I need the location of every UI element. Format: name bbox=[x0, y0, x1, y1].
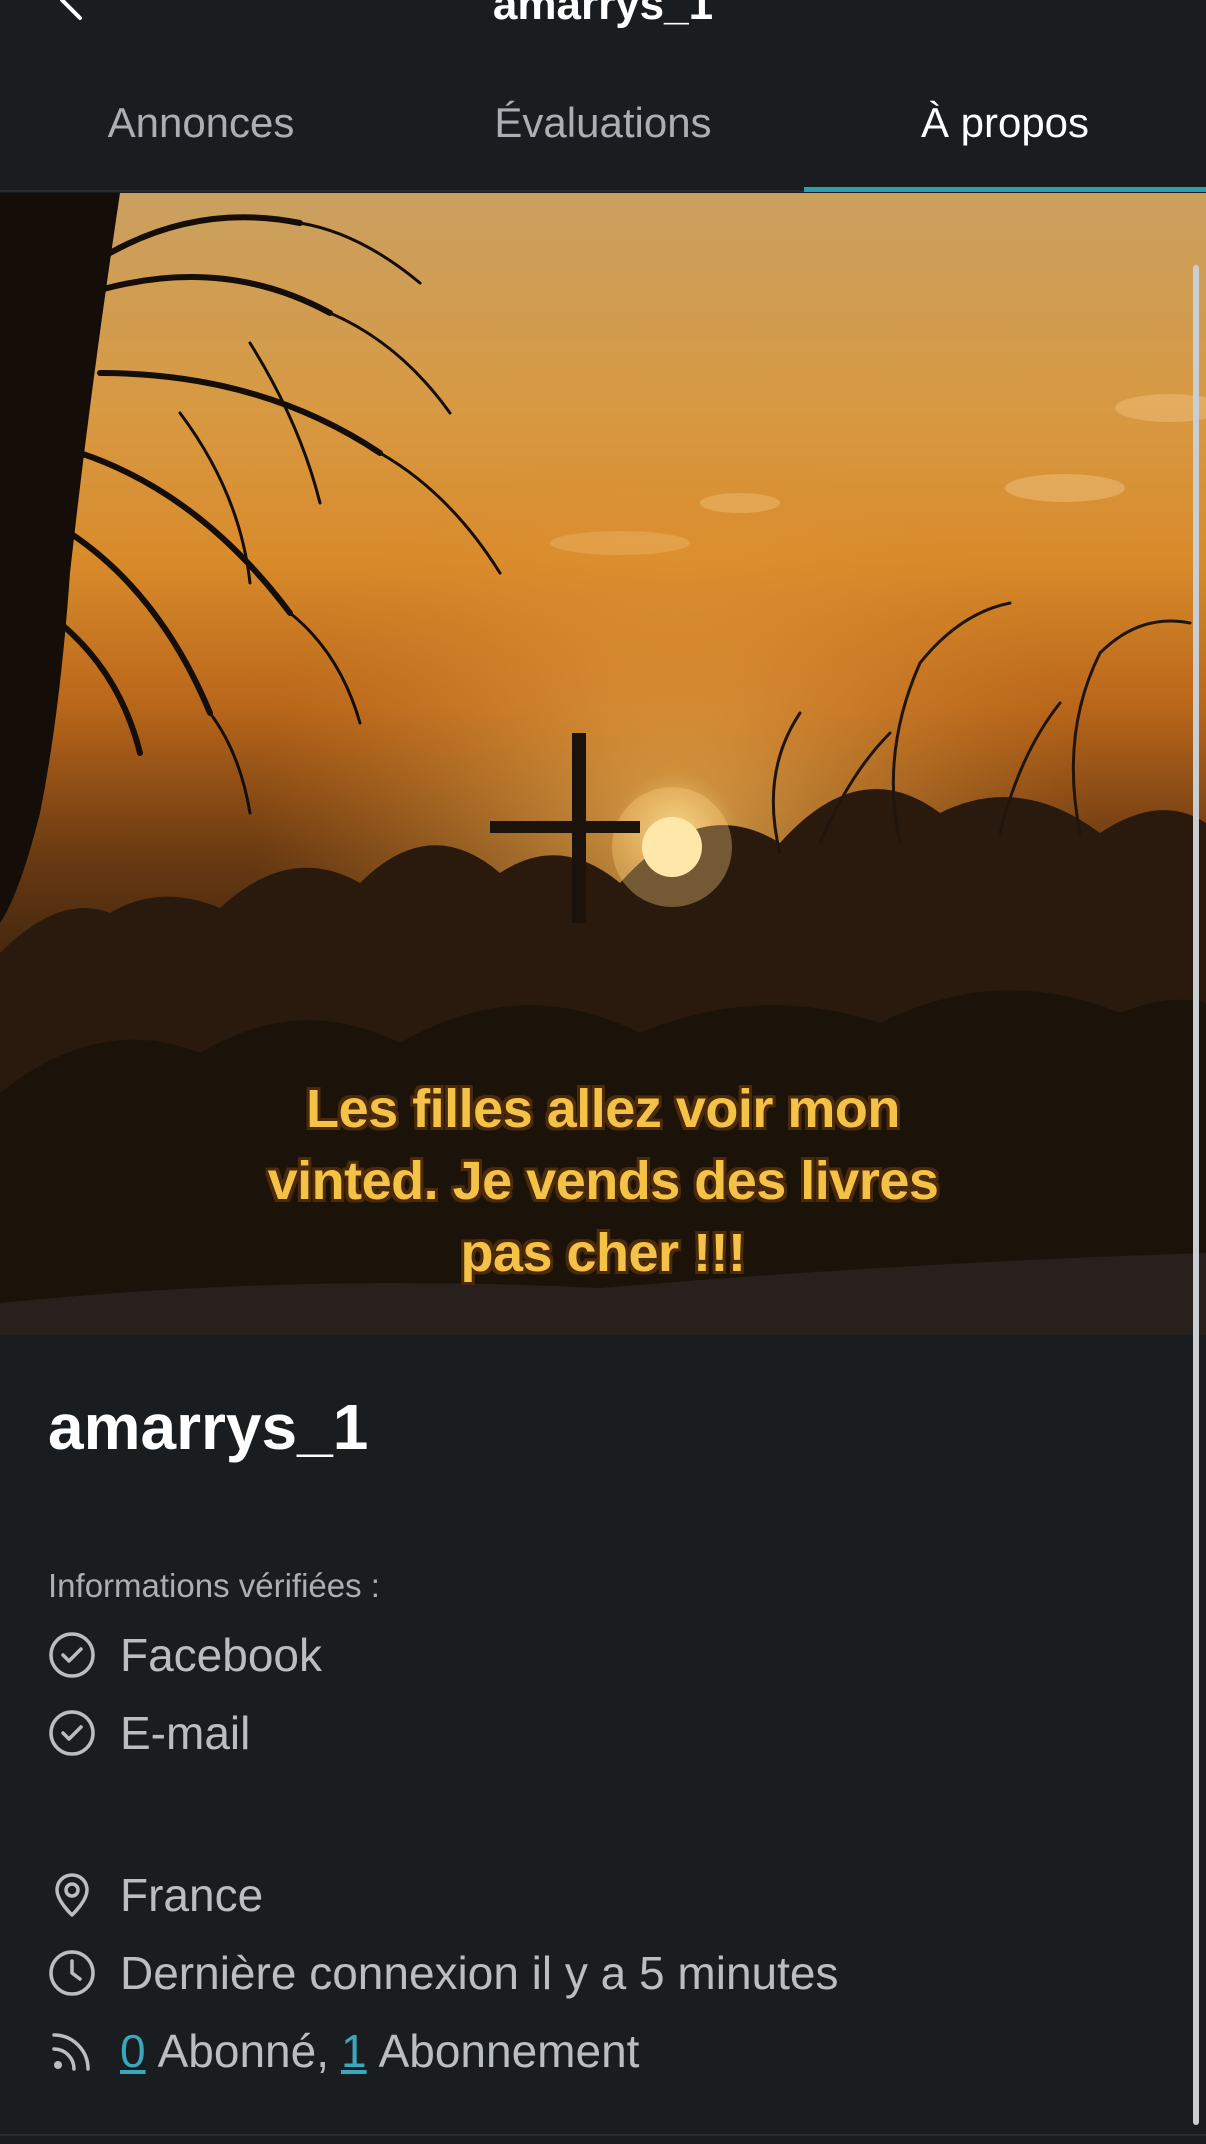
followers-label: Abonné, bbox=[157, 2025, 329, 2077]
followers-count-link[interactable]: 0 bbox=[120, 2024, 146, 2078]
scrollbar[interactable] bbox=[1193, 265, 1199, 2125]
verified-facebook-label: Facebook bbox=[120, 1629, 323, 1681]
following-count-link[interactable]: 1 bbox=[341, 2024, 367, 2078]
location-label: France bbox=[120, 1869, 264, 1921]
tab-bar: Annonces Évaluations À propos bbox=[0, 56, 1206, 192]
location-pin-icon bbox=[48, 1871, 96, 1919]
verified-info-label: Informations vérifiées : bbox=[48, 1567, 380, 1604]
banner-caption: Les filles allez voir mon vinted. Je ven… bbox=[267, 1079, 939, 1283]
check-circle-icon bbox=[48, 1631, 96, 1679]
follow-row: 0 Abonné, 1 Abonnement bbox=[48, 2021, 639, 2081]
rss-icon bbox=[48, 2027, 96, 2075]
clock-icon bbox=[48, 1949, 96, 1997]
check-circle-icon bbox=[48, 1709, 96, 1757]
last-seen-label: Dernière connexion il y a 5 minutes bbox=[120, 1947, 839, 1999]
tab-a-propos[interactable]: À propos bbox=[804, 56, 1206, 192]
following-label: Abonnement bbox=[378, 2025, 640, 2077]
page-title: amarrys_1 bbox=[492, 0, 714, 29]
verified-email: E-mail bbox=[48, 1703, 250, 1763]
profile-about-section: amarrys_1 Informations vérifiées : Faceb… bbox=[0, 1335, 1206, 2135]
tab-annonces[interactable]: Annonces bbox=[0, 56, 402, 190]
divider bbox=[0, 2134, 1206, 2136]
username: amarrys_1 bbox=[48, 1391, 369, 1463]
last-seen-row: Dernière connexion il y a 5 minutes bbox=[48, 1943, 838, 2003]
verified-email-label: E-mail bbox=[120, 1707, 251, 1759]
verified-facebook: Facebook bbox=[48, 1625, 322, 1685]
profile-banner-image: Les filles allez voir mon vinted. Je ven… bbox=[0, 193, 1206, 1335]
top-bar: amarrys_1 bbox=[0, 0, 1206, 56]
tab-evaluations[interactable]: Évaluations bbox=[402, 56, 804, 190]
location-row: France bbox=[48, 1865, 263, 1925]
